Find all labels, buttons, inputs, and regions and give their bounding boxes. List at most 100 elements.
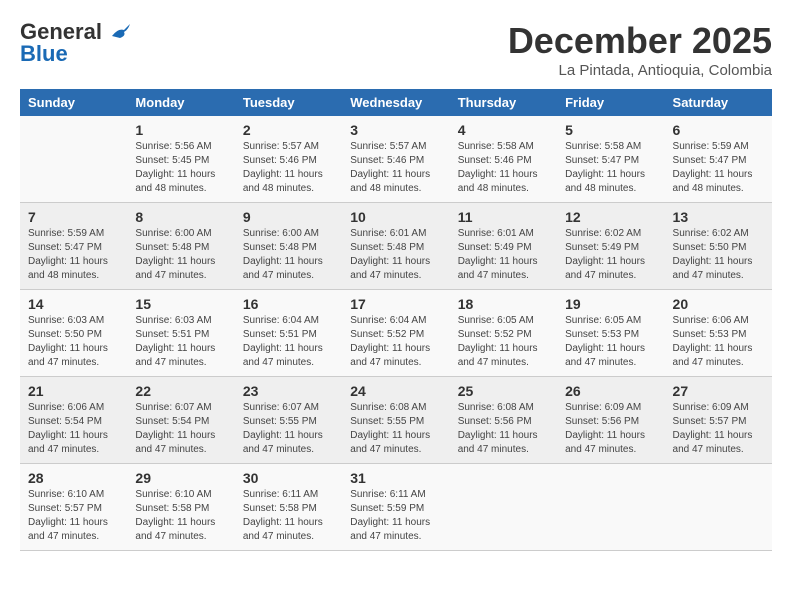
day-info: Sunrise: 5:59 AM Sunset: 5:47 PM Dayligh…	[673, 140, 764, 196]
calendar-cell: 6 Sunrise: 5:59 AM Sunset: 5:47 PM Daylig…	[665, 116, 772, 203]
day-number: 3	[350, 122, 441, 138]
header-tuesday: Tuesday	[235, 89, 342, 116]
calendar-cell: 4Sunrise: 5:58 AM Sunset: 5:46 PM Daylig…	[450, 116, 557, 203]
day-info: Sunrise: 6:10 AM Sunset: 5:57 PM Dayligh…	[28, 488, 119, 544]
day-number: 15	[135, 296, 226, 312]
calendar-cell: 16Sunrise: 6:04 AM Sunset: 5:51 PM Dayli…	[235, 290, 342, 377]
day-info: Sunrise: 6:05 AM Sunset: 5:52 PM Dayligh…	[458, 314, 549, 370]
calendar-table: SundayMondayTuesdayWednesdayThursdayFrid…	[20, 89, 772, 551]
calendar-cell: 15 Sunrise: 6:03 AM Sunset: 5:51 PM Dayli…	[127, 290, 234, 377]
day-info: Sunrise: 6:11 AM Sunset: 5:58 PM Dayligh…	[243, 488, 334, 544]
calendar-cell: 13Sunrise: 6:02 AM Sunset: 5:50 PM Dayli…	[665, 203, 772, 290]
page-header: General Blue December 2025 La Pintada, A…	[20, 20, 772, 79]
calendar-cell: 1Sunrise: 5:56 AM Sunset: 5:45 PM Daylig…	[127, 116, 234, 203]
day-number: 23	[243, 383, 334, 399]
calendar-cell: 22 Sunrise: 6:07 AM Sunset: 5:54 PM Dayli…	[127, 377, 234, 464]
day-info: Sunrise: 6:06 AM Sunset: 5:54 PM Dayligh…	[28, 401, 119, 457]
header-thursday: Thursday	[450, 89, 557, 116]
day-info: Sunrise: 6:00 AM Sunset: 5:48 PM Dayligh…	[243, 227, 334, 283]
calendar-cell: 11 Sunrise: 6:01 AM Sunset: 5:49 PM Dayli…	[450, 203, 557, 290]
day-number: 25	[458, 383, 549, 399]
calendar-cell: 12 Sunrise: 6:02 AM Sunset: 5:49 PM Dayli…	[557, 203, 664, 290]
day-number: 22	[135, 383, 226, 399]
calendar-cell: 7Sunrise: 5:59 AM Sunset: 5:47 PM Daylig…	[20, 203, 127, 290]
calendar-week-row: 21Sunrise: 6:06 AM Sunset: 5:54 PM Dayli…	[20, 377, 772, 464]
day-info: Sunrise: 6:09 AM Sunset: 5:57 PM Dayligh…	[673, 401, 764, 457]
logo-bird-icon	[110, 22, 132, 44]
calendar-week-row: 28 Sunrise: 6:10 AM Sunset: 5:57 PM Dayli…	[20, 464, 772, 551]
title-section: December 2025 La Pintada, Antioquia, Col…	[508, 20, 772, 79]
day-number: 12	[565, 209, 656, 225]
calendar-cell: 24Sunrise: 6:08 AM Sunset: 5:55 PM Dayli…	[342, 377, 449, 464]
calendar-cell: 20 Sunrise: 6:06 AM Sunset: 5:53 PM Dayli…	[665, 290, 772, 377]
day-number: 11	[458, 209, 549, 225]
day-number: 24	[350, 383, 441, 399]
calendar-title: December 2025	[508, 20, 772, 62]
calendar-header-row: SundayMondayTuesdayWednesdayThursdayFrid…	[20, 89, 772, 116]
day-number: 14	[28, 296, 119, 312]
day-number: 13	[673, 209, 764, 225]
day-number: 28	[28, 470, 119, 486]
day-number: 19	[565, 296, 656, 312]
day-number: 9	[243, 209, 334, 225]
calendar-cell	[20, 116, 127, 203]
calendar-subtitle: La Pintada, Antioquia, Colombia	[508, 62, 772, 79]
calendar-cell	[557, 464, 664, 551]
day-info: Sunrise: 6:06 AM Sunset: 5:53 PM Dayligh…	[673, 314, 764, 370]
day-info: Sunrise: 6:11 AM Sunset: 5:59 PM Dayligh…	[350, 488, 441, 544]
day-info: Sunrise: 6:01 AM Sunset: 5:49 PM Dayligh…	[458, 227, 549, 283]
calendar-cell: 17 Sunrise: 6:04 AM Sunset: 5:52 PM Dayli…	[342, 290, 449, 377]
day-number: 10	[350, 209, 441, 225]
calendar-cell: 8 Sunrise: 6:00 AM Sunset: 5:48 PM Daylig…	[127, 203, 234, 290]
day-info: Sunrise: 6:03 AM Sunset: 5:50 PM Dayligh…	[28, 314, 119, 370]
day-number: 6	[673, 122, 764, 138]
day-info: Sunrise: 6:07 AM Sunset: 5:54 PM Dayligh…	[135, 401, 226, 457]
calendar-cell	[450, 464, 557, 551]
calendar-cell: 30 Sunrise: 6:11 AM Sunset: 5:58 PM Dayli…	[235, 464, 342, 551]
header-saturday: Saturday	[665, 89, 772, 116]
day-info: Sunrise: 6:09 AM Sunset: 5:56 PM Dayligh…	[565, 401, 656, 457]
day-number: 17	[350, 296, 441, 312]
day-info: Sunrise: 5:58 AM Sunset: 5:46 PM Dayligh…	[458, 140, 549, 196]
header-wednesday: Wednesday	[342, 89, 449, 116]
day-info: Sunrise: 6:03 AM Sunset: 5:51 PM Dayligh…	[135, 314, 226, 370]
logo: General Blue	[20, 20, 134, 66]
logo-content: General Blue	[20, 20, 134, 66]
calendar-cell: 21Sunrise: 6:06 AM Sunset: 5:54 PM Dayli…	[20, 377, 127, 464]
calendar-cell: 18Sunrise: 6:05 AM Sunset: 5:52 PM Dayli…	[450, 290, 557, 377]
day-number: 31	[350, 470, 441, 486]
day-number: 30	[243, 470, 334, 486]
calendar-cell: 9 Sunrise: 6:00 AM Sunset: 5:48 PM Daylig…	[235, 203, 342, 290]
day-number: 2	[243, 122, 334, 138]
day-info: Sunrise: 6:07 AM Sunset: 5:55 PM Dayligh…	[243, 401, 334, 457]
day-number: 5	[565, 122, 656, 138]
calendar-week-row: 14 Sunrise: 6:03 AM Sunset: 5:50 PM Dayli…	[20, 290, 772, 377]
calendar-cell: 10 Sunrise: 6:01 AM Sunset: 5:48 PM Dayli…	[342, 203, 449, 290]
calendar-cell: 3 Sunrise: 5:57 AM Sunset: 5:46 PM Daylig…	[342, 116, 449, 203]
day-number: 26	[565, 383, 656, 399]
day-info: Sunrise: 6:05 AM Sunset: 5:53 PM Dayligh…	[565, 314, 656, 370]
day-number: 20	[673, 296, 764, 312]
day-info: Sunrise: 5:57 AM Sunset: 5:46 PM Dayligh…	[243, 140, 334, 196]
day-number: 27	[673, 383, 764, 399]
day-info: Sunrise: 6:00 AM Sunset: 5:48 PM Dayligh…	[135, 227, 226, 283]
day-info: Sunrise: 5:57 AM Sunset: 5:46 PM Dayligh…	[350, 140, 441, 196]
day-info: Sunrise: 6:08 AM Sunset: 5:56 PM Dayligh…	[458, 401, 549, 457]
day-info: Sunrise: 6:01 AM Sunset: 5:48 PM Dayligh…	[350, 227, 441, 283]
day-number: 7	[28, 209, 119, 225]
calendar-cell: 28 Sunrise: 6:10 AM Sunset: 5:57 PM Dayli…	[20, 464, 127, 551]
day-info: Sunrise: 6:10 AM Sunset: 5:58 PM Dayligh…	[135, 488, 226, 544]
day-info: Sunrise: 6:04 AM Sunset: 5:52 PM Dayligh…	[350, 314, 441, 370]
day-number: 1	[135, 122, 226, 138]
day-number: 8	[135, 209, 226, 225]
day-info: Sunrise: 6:02 AM Sunset: 5:49 PM Dayligh…	[565, 227, 656, 283]
day-info: Sunrise: 5:58 AM Sunset: 5:47 PM Dayligh…	[565, 140, 656, 196]
calendar-cell: 2 Sunrise: 5:57 AM Sunset: 5:46 PM Daylig…	[235, 116, 342, 203]
header-monday: Monday	[127, 89, 234, 116]
calendar-cell: 27 Sunrise: 6:09 AM Sunset: 5:57 PM Dayli…	[665, 377, 772, 464]
calendar-cell: 19 Sunrise: 6:05 AM Sunset: 5:53 PM Dayli…	[557, 290, 664, 377]
calendar-cell: 25 Sunrise: 6:08 AM Sunset: 5:56 PM Dayli…	[450, 377, 557, 464]
calendar-week-row: 7Sunrise: 5:59 AM Sunset: 5:47 PM Daylig…	[20, 203, 772, 290]
calendar-cell: 5 Sunrise: 5:58 AM Sunset: 5:47 PM Daylig…	[557, 116, 664, 203]
calendar-cell: 31 Sunrise: 6:11 AM Sunset: 5:59 PM Dayli…	[342, 464, 449, 551]
